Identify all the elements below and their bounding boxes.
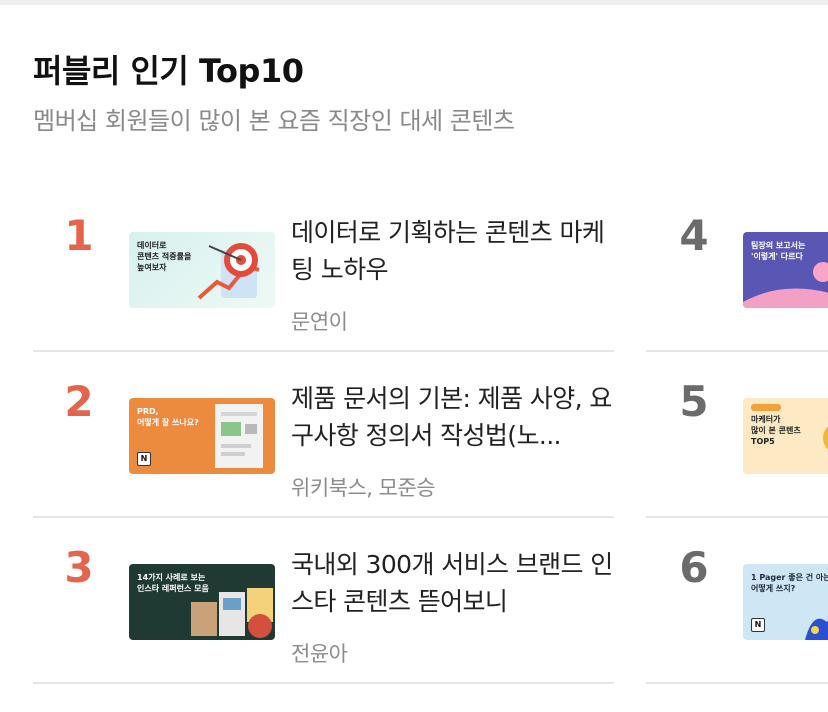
item-title[interactable]: 제품 문서의 기본: 제품 사양, 요구사항 정의서 작성법(노... — [291, 380, 614, 454]
thumbnail-image[interactable]: 팀장의 보고서는 '이렇게' 다르다 — [743, 232, 828, 308]
ranking-item-3[interactable]: 3 14가지 사례로 보는 인스타 레퍼런스 모음 국내외 300개 서비스 브… — [33, 518, 614, 684]
thumbnail-image[interactable]: 1 Pager 좋은 건 아는데 어떻게 쓰지? N — [743, 564, 828, 640]
top-divider — [0, 0, 828, 5]
thumbnail-image[interactable]: 마케터가 많이 본 콘텐츠 TOP5 — [743, 398, 828, 474]
item-author: 문연이 — [291, 310, 348, 334]
notion-n-icon: N — [751, 618, 765, 632]
ranking-item-1[interactable]: 1 데이터로 콘텐츠 적중률을 높여보자 데이터로 기획하는 콘텐츠 마케팅 노… — [33, 186, 614, 352]
rank-number: 6 — [679, 543, 709, 592]
ranking-item-6[interactable]: 6 1 Pager 좋은 건 아는데 어떻게 쓰지? N — [646, 518, 828, 684]
item-author: 전윤아 — [291, 642, 348, 666]
photo-collage-icon — [191, 588, 273, 638]
rank-number: 4 — [679, 211, 709, 260]
section-subtitle: 멤버십 회원들이 많이 본 요즘 직장인 대세 콘텐츠 — [33, 107, 515, 135]
notion-n-icon: N — [137, 452, 151, 466]
thumbnail-image[interactable]: 14가지 사례로 보는 인스타 레퍼런스 모음 — [129, 564, 275, 640]
illustration-icon — [743, 262, 828, 308]
target-chart-icon — [197, 243, 260, 300]
item-author: 위키북스, 모준승 — [291, 476, 436, 500]
rank-number: 2 — [64, 377, 94, 426]
ranking-item-2[interactable]: 2 PRD, 어떻게 잘 쓰나요? N 제품 문서의 기본: 제품 사양, 요구… — [33, 352, 614, 518]
item-title[interactable]: 국내외 300개 서비스 브랜드 인스타 콘텐츠 뜯어보니 — [291, 546, 614, 620]
divider — [33, 682, 614, 684]
thumbnail-image[interactable]: 데이터로 콘텐츠 적중률을 높여보자 — [129, 232, 275, 308]
rank-number: 3 — [64, 543, 94, 592]
divider — [646, 682, 828, 684]
ranking-item-4[interactable]: 4 팀장의 보고서는 '이렇게' 다르다 — [646, 186, 828, 352]
thumbnail-image[interactable]: PRD, 어떻게 잘 쓰나요? N — [129, 398, 275, 474]
rank-number: 1 — [64, 211, 94, 260]
section-title: 퍼블리 인기 Top10 — [33, 52, 304, 90]
ranking-item-5[interactable]: 5 마케터가 많이 본 콘텐츠 TOP5 — [646, 352, 828, 518]
rank-number: 5 — [679, 377, 709, 426]
illustration-icon — [751, 404, 828, 450]
item-title[interactable]: 데이터로 기획하는 콘텐츠 마케팅 노하우 — [291, 214, 614, 288]
